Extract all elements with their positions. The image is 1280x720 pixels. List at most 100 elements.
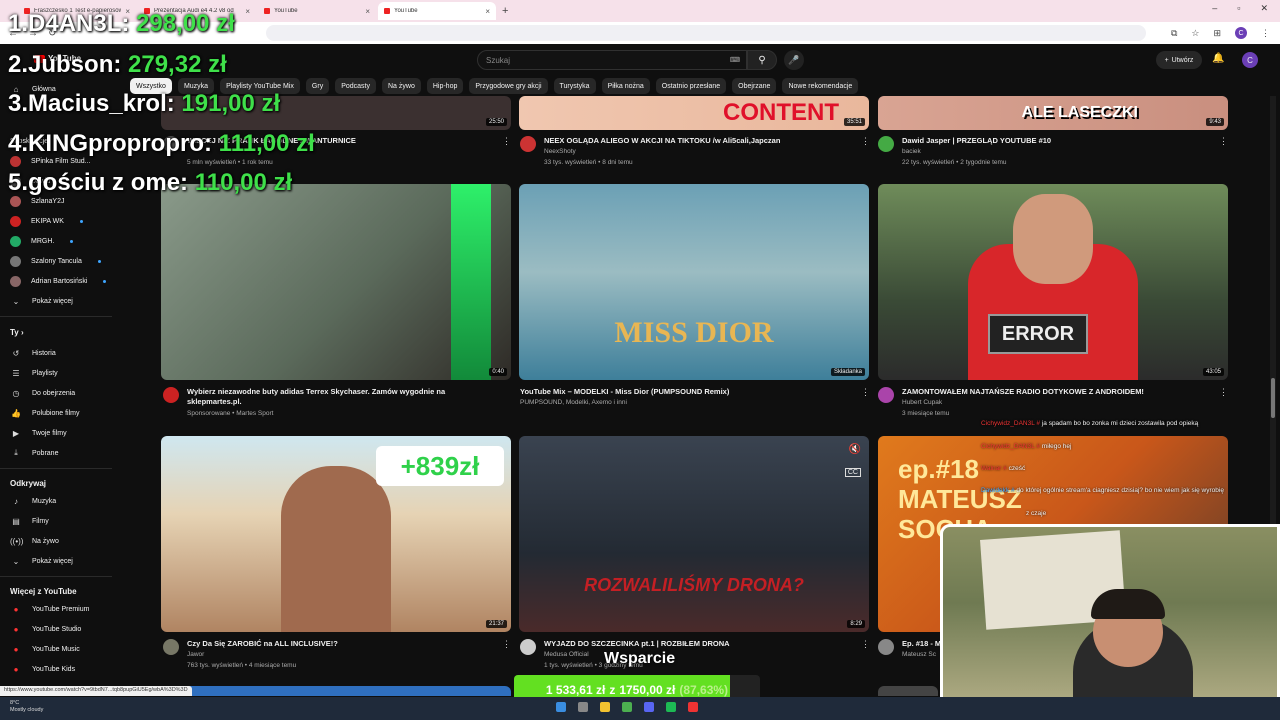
voice-search-button[interactable]: 🎤 — [784, 50, 804, 70]
filter-chip[interactable]: Gry — [305, 78, 330, 94]
sidebar-item-watch-later[interactable]: ◷ Do obejrzenia — [10, 386, 76, 400]
captions-icon[interactable]: CC — [844, 468, 861, 477]
search-input[interactable]: Szukaj ⌨ — [477, 50, 747, 70]
filter-chip[interactable]: Piłka nożna — [601, 78, 650, 94]
sidebar-item-studio[interactable]: ● YouTube Studio — [10, 622, 82, 636]
sidebar-section-you[interactable]: Ty › — [10, 328, 24, 337]
star-icon[interactable]: ☆ — [1191, 28, 1199, 39]
close-icon[interactable]: × — [485, 7, 490, 16]
channel-name[interactable]: Mateusz Sc — [902, 651, 936, 658]
weather-widget[interactable]: 8°C Mostly cloudy — [10, 700, 43, 714]
video-thumbnail[interactable]: CONTENT 35:51 — [519, 96, 869, 130]
create-button[interactable]: + Utwórz — [1156, 51, 1202, 69]
search-button[interactable]: ⚲ — [747, 50, 777, 70]
profile-avatar[interactable]: C — [1235, 27, 1247, 39]
more-options-icon[interactable]: ⋮ — [861, 387, 870, 398]
sidebar-item-your-videos[interactable]: ▶ Twoje filmy — [10, 426, 67, 440]
browser-tab-active[interactable]: YouTube × — [378, 2, 496, 20]
video-title[interactable]: YouTube Mix – MODELKI - Miss Dior (PUMPS… — [520, 387, 729, 397]
spotify-icon[interactable] — [666, 702, 676, 712]
video-thumbnail[interactable]: +839zł 21:37 — [161, 436, 511, 632]
mute-icon[interactable]: 🔇 — [849, 444, 861, 455]
menu-icon[interactable]: ⋮ — [1261, 28, 1270, 39]
notifications-bell-icon[interactable]: 🔔 — [1212, 53, 1224, 64]
sidebar-item-playlists[interactable]: ☰ Playlisty — [10, 366, 57, 380]
filter-chip[interactable]: Przygodowe gry akcji — [469, 78, 548, 94]
sidebar-item-premium[interactable]: ● YouTube Premium — [10, 602, 90, 616]
filter-chip[interactable]: Ostatnio przesłane — [655, 78, 727, 94]
video-thumbnail[interactable]: 0:40 — [161, 184, 511, 380]
sidebar-show-more[interactable]: ⌄ Pokaż więcej — [10, 294, 73, 308]
sidebar-item-music[interactable]: ♪ Muzyka — [10, 494, 56, 508]
close-icon[interactable]: × — [245, 7, 250, 16]
sidebar-channel[interactable]: Adrian Bartosiński — [10, 274, 107, 288]
channel-name[interactable]: baciek — [902, 148, 921, 155]
sidebar-item-liked[interactable]: 👍 Polubione filmy — [10, 406, 79, 420]
channel-avatar[interactable] — [163, 387, 179, 403]
channel-avatar[interactable] — [878, 136, 894, 152]
more-options-icon[interactable]: ⋮ — [502, 639, 511, 650]
more-options-icon[interactable]: ⋮ — [502, 136, 511, 147]
channel-name[interactable]: NeexShoty — [544, 148, 576, 155]
sidebar-channel[interactable]: Szalony Tancula — [10, 254, 101, 268]
chrome-icon[interactable] — [622, 702, 632, 712]
sidebar-item-live[interactable]: ((•)) Na żywo — [10, 534, 59, 548]
channel-avatar[interactable] — [163, 639, 179, 655]
discord-icon[interactable] — [644, 702, 654, 712]
filter-chip[interactable]: Nowe rekomendacje — [782, 78, 859, 94]
channel-avatar[interactable] — [520, 136, 536, 152]
channel-name[interactable]: Medusa Official — [544, 651, 589, 658]
new-tab-icon[interactable]: + — [502, 5, 508, 17]
sidebar-item-kids[interactable]: ● YouTube Kids — [10, 662, 76, 676]
video-title[interactable]: Wybierz niezawodne buty adidas Terrex Sk… — [187, 387, 487, 407]
keyboard-icon[interactable]: ⌨ — [730, 56, 740, 64]
sidebar-channel[interactable]: EKIPA WK — [10, 214, 83, 228]
video-thumbnail[interactable]: ROZWALILIŚMY DRONA? 🔇 CC 8:29 — [519, 436, 869, 632]
extensions-icon[interactable]: ⧉ — [1171, 28, 1177, 39]
more-options-icon[interactable]: ⋮ — [1219, 136, 1228, 147]
sidebar-item-history[interactable]: ↺ Historia — [10, 346, 56, 360]
maximize-icon[interactable]: ▫ — [1237, 3, 1240, 14]
sidebar-show-more[interactable]: ⌄ Pokaż więcej — [10, 554, 73, 568]
scrollbar-thumb[interactable] — [1271, 378, 1275, 418]
video-thumbnail[interactable] — [161, 686, 511, 696]
filter-chip[interactable]: Na żywo — [382, 78, 421, 94]
filter-chip[interactable]: Turystyka — [553, 78, 596, 94]
filter-chip[interactable]: Podcasty — [335, 78, 376, 94]
sidebar-channel[interactable]: MRGH. — [10, 234, 74, 248]
channel-name[interactable]: Hubert Cupak — [902, 399, 942, 406]
close-icon[interactable]: × — [365, 7, 370, 16]
sidebar-item-music-app[interactable]: ● YouTube Music — [10, 642, 80, 656]
more-options-icon[interactable]: ⋮ — [861, 136, 870, 147]
video-thumbnail[interactable] — [878, 686, 938, 696]
sidebar-item-downloads[interactable]: ⤓ Pobrane — [10, 446, 58, 460]
windows-start-icon[interactable] — [556, 702, 566, 712]
channel-name[interactable]: PUMPSOUND, Modelki, Axemo i inni — [520, 399, 627, 406]
puzzle-icon[interactable]: ⊞ — [1213, 28, 1221, 39]
account-avatar[interactable]: C — [1242, 52, 1258, 68]
channel-avatar[interactable] — [878, 639, 894, 655]
video-title[interactable]: Dawid Jasper | PRZEGLĄD YOUTUBE #10 — [902, 136, 1051, 146]
filter-chip[interactable]: Hip-hop — [426, 78, 464, 94]
video-title[interactable]: WYJAZD DO SZCZECINKA pt.1 | ROZBIŁEM DRO… — [544, 639, 730, 649]
channel-avatar[interactable] — [878, 387, 894, 403]
video-thumbnail[interactable]: MISS DIOR Składanka — [519, 184, 869, 380]
explorer-icon[interactable] — [600, 702, 610, 712]
video-thumbnail[interactable]: ALE LASECZKI 9:43 — [878, 96, 1228, 130]
video-title[interactable]: Czy Da Się ZAROBIĆ na ALL INCLUSIVE!? — [187, 639, 338, 649]
minimize-icon[interactable]: – — [1212, 3, 1217, 14]
channel-name[interactable]: Jawor — [187, 651, 204, 658]
video-title[interactable]: ZAMONTOWAŁEM NAJTAŃSZE RADIO DOTYKOWE Z … — [902, 387, 1144, 397]
more-options-icon[interactable]: ⋮ — [1219, 387, 1228, 398]
close-window-icon[interactable]: ✕ — [1260, 3, 1268, 14]
more-options-icon[interactable]: ⋮ — [861, 639, 870, 650]
video-thumbnail[interactable]: ERROR 43:05 — [878, 184, 1228, 380]
youtube-app-icon[interactable] — [688, 702, 698, 712]
video-title[interactable]: NEEX OGLĄDA ALIEGO W AKCJI NA TIKTOKU /w… — [544, 136, 780, 146]
browser-tab[interactable]: YouTube × — [258, 2, 376, 20]
sidebar-item-movies[interactable]: ▤ Filmy — [10, 514, 49, 528]
omnibox[interactable] — [266, 25, 1147, 41]
search-icon[interactable] — [578, 702, 588, 712]
channel-avatar[interactable] — [520, 639, 536, 655]
filter-chip[interactable]: Obejrzane — [732, 78, 777, 94]
